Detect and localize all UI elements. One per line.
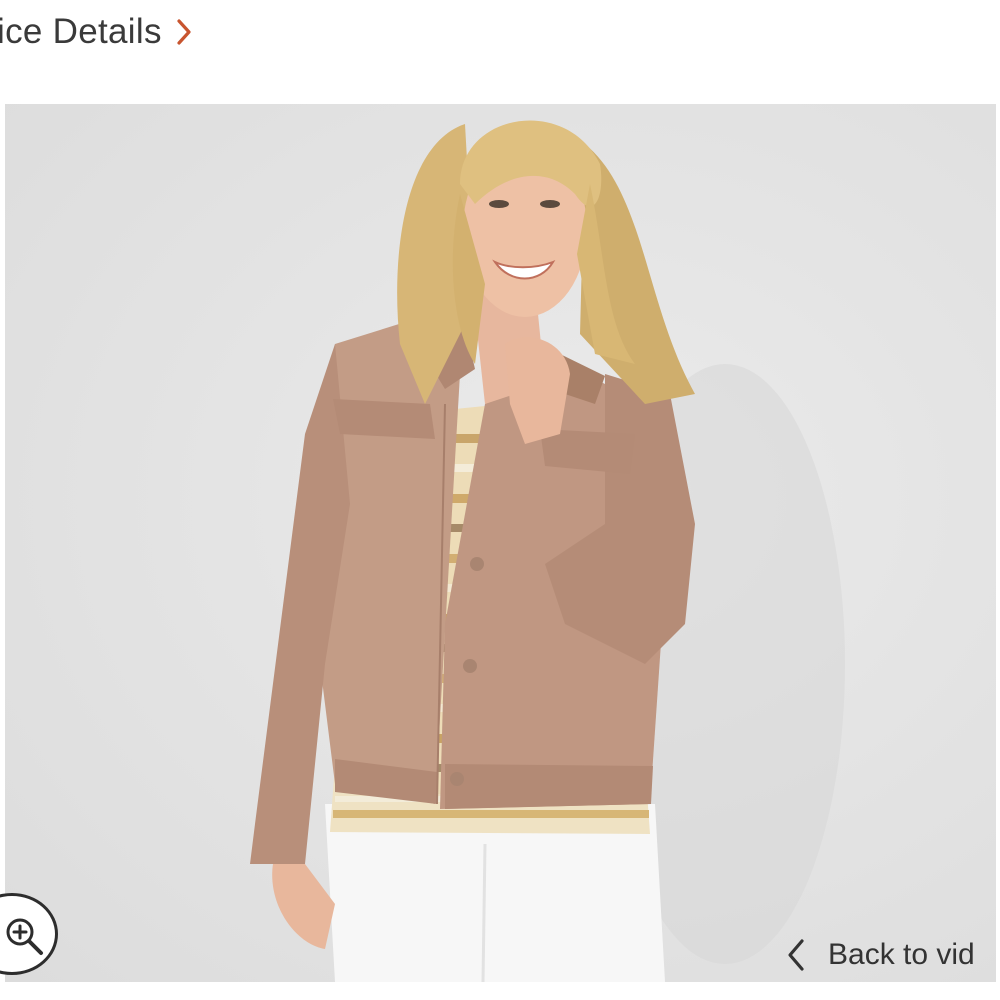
- price-details-label: ice Details: [0, 12, 162, 51]
- top-bar: ice Details: [0, 0, 1000, 100]
- bottom-edge: [0, 982, 1000, 1000]
- back-to-video-label: Back to vid: [828, 938, 975, 971]
- chevron-right-icon: [176, 18, 192, 46]
- product-photo: [250, 120, 845, 982]
- back-to-video-button[interactable]: Back to vid: [786, 937, 975, 973]
- product-image-viewer[interactable]: [5, 104, 996, 982]
- chevron-left-icon: [786, 937, 806, 973]
- price-details-link[interactable]: ice Details: [0, 12, 192, 52]
- zoom-in-icon: [4, 916, 46, 963]
